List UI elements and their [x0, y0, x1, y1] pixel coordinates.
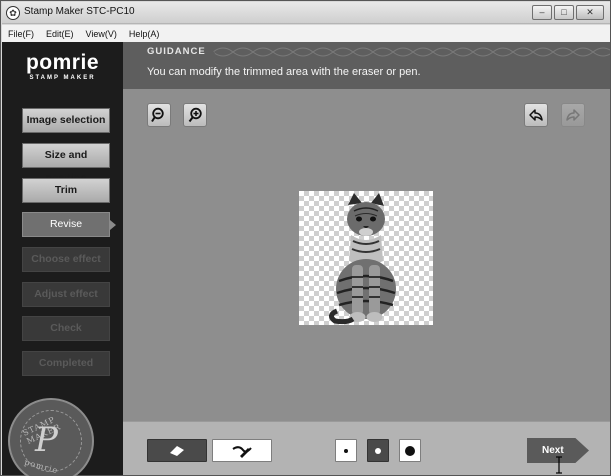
- redo-icon: [566, 109, 580, 121]
- step-trim[interactable]: Trim: [22, 178, 110, 203]
- close-button[interactable]: ✕: [576, 5, 604, 20]
- eraser-button[interactable]: [147, 439, 207, 462]
- stamp-seal-logo: STAMP MAKER P pomrie: [8, 398, 94, 476]
- brand-logo: pomrie STAMP MAKER: [2, 52, 123, 82]
- menu-edit[interactable]: Edit(E): [46, 29, 74, 39]
- step-completed: Completed: [22, 351, 110, 376]
- maximize-button[interactable]: □: [554, 5, 574, 20]
- window-title: Stamp Maker STC-PC10: [24, 6, 135, 17]
- brush-size-large[interactable]: [399, 439, 421, 462]
- zoom-out-icon: [151, 107, 164, 123]
- logo-sub-text: STAMP MAKER: [29, 75, 96, 81]
- work-area: [123, 89, 610, 421]
- image-canvas[interactable]: [299, 191, 433, 325]
- zoom-in-button[interactable]: [183, 103, 207, 127]
- guidance-text: You can modify the trimmed area with the…: [147, 66, 421, 78]
- zoom-out-button[interactable]: [147, 103, 171, 127]
- step-adjust-effect: Adjust effect: [22, 282, 110, 307]
- undo-button[interactable]: [524, 103, 548, 127]
- pen-button[interactable]: [212, 439, 272, 462]
- brush-size-small[interactable]: [335, 439, 357, 462]
- large-dot-icon: [405, 445, 415, 456]
- cat-image: [329, 193, 396, 325]
- menu-file[interactable]: File(F): [8, 29, 34, 39]
- seal-letter: P: [35, 420, 58, 460]
- step-revise[interactable]: Revise: [22, 212, 116, 237]
- zoom-in-icon: [188, 107, 202, 123]
- app-logo-icon: ✿: [6, 6, 20, 20]
- step-size-and-position[interactable]: Size and position: [22, 143, 110, 184]
- logo-main-text: pomrie: [25, 51, 99, 74]
- medium-dot-icon: [375, 447, 381, 454]
- redo-button[interactable]: [561, 103, 585, 127]
- menu-view[interactable]: View(V): [86, 29, 117, 39]
- menu-bar: File(F) Edit(E) View(V) Help(A): [2, 25, 610, 42]
- title-bar: ✿ Stamp Maker STC-PC10 – □ ✕: [2, 2, 610, 24]
- eraser-icon: [170, 445, 184, 456]
- app-window: ✿ Stamp Maker STC-PC10 – □ ✕ File(F) Edi…: [0, 0, 611, 476]
- pen-icon: [232, 445, 252, 458]
- brush-size-medium[interactable]: [367, 439, 389, 462]
- step-check: Check: [22, 316, 110, 341]
- guidance-panel: GUIDANCE You can modify the trimmed area…: [123, 42, 610, 89]
- undo-icon: [529, 109, 543, 121]
- guidance-pattern: [213, 44, 610, 60]
- text-cursor-icon: [556, 456, 562, 474]
- bottom-toolbar: Next: [123, 421, 610, 475]
- sidebar: pomrie STAMP MAKER Image selection Size …: [2, 42, 123, 476]
- minimize-button[interactable]: –: [532, 5, 552, 20]
- menu-help[interactable]: Help(A): [129, 29, 160, 39]
- guidance-label: GUIDANCE: [147, 46, 206, 57]
- small-dot-icon: [344, 448, 348, 453]
- step-choose-effect: Choose effect: [22, 247, 110, 272]
- window-controls: – □ ✕: [532, 5, 604, 20]
- step-image-selection[interactable]: Image selection: [22, 108, 110, 133]
